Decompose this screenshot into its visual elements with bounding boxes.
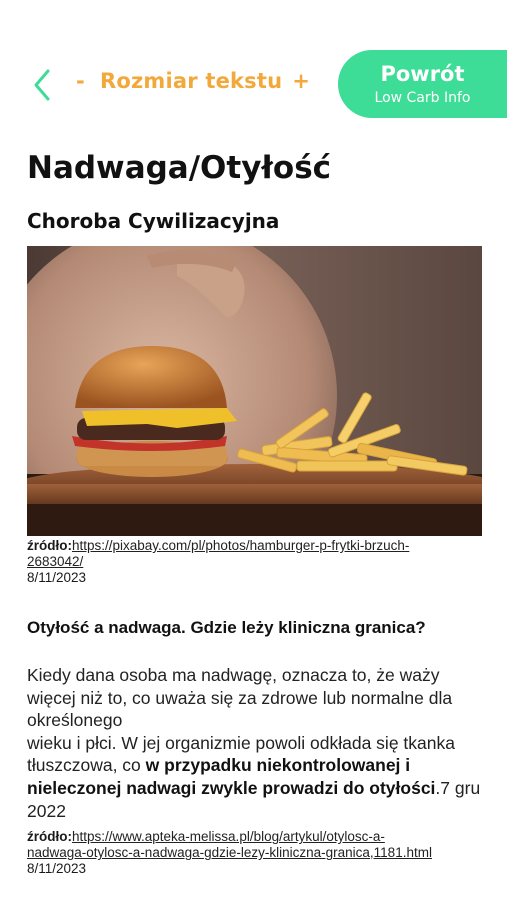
back-button-subtitle: Low Carb Info — [374, 90, 471, 106]
text-source-label: źródło: — [27, 829, 72, 844]
back-button-title: Powrót — [380, 62, 465, 86]
body-text-part1: Kiedy dana osoba ma nadwagę, oznacza to,… — [27, 665, 453, 731]
image-source-caption: źródło:https://pixabay.com/pl/photos/ham… — [27, 538, 487, 586]
text-source-date: 8/11/2023 — [27, 861, 87, 876]
hero-image — [27, 246, 482, 536]
back-chevron-button[interactable] — [24, 67, 60, 103]
image-source-label: źródło: — [27, 538, 72, 553]
chevron-left-icon — [34, 69, 50, 101]
burger-fries-belly-photo — [27, 246, 482, 536]
page-subtitle: Choroba Cywilizacyjna — [27, 209, 280, 233]
top-bar: - Rozmiar tekstu + Powrót Low Carb Info — [0, 50, 507, 120]
text-size-increase-button[interactable]: + — [292, 69, 310, 93]
page-title: Nadwaga/Otyłość — [27, 150, 332, 186]
article-screen: - Rozmiar tekstu + Powrót Low Carb Info … — [0, 0, 507, 900]
text-source-link[interactable]: https://www.apteka-melissa.pl/blog/artyk… — [72, 829, 385, 844]
text-size-decrease-button[interactable]: - — [76, 69, 96, 93]
image-source-link[interactable]: https://pixabay.com/pl/photos/hamburger-… — [72, 538, 409, 553]
text-size-control: - Rozmiar tekstu + — [76, 69, 310, 93]
text-size-label: Rozmiar tekstu — [100, 69, 283, 93]
image-source-link-continued[interactable]: 2683042/ — [27, 554, 83, 569]
text-source-link-continued[interactable]: nadwaga-otylosc-a-nadwaga-gdzie-lezy-kli… — [27, 845, 432, 860]
section-heading: Otyłość a nadwaga. Gdzie leży kliniczna … — [27, 618, 426, 637]
article-body: Kiedy dana osoba ma nadwagę, oznacza to,… — [27, 664, 482, 822]
text-source-caption: źródło:https://www.apteka-melissa.pl/blo… — [27, 829, 497, 877]
back-to-app-button[interactable]: Powrót Low Carb Info — [338, 50, 507, 118]
image-source-date: 8/11/2023 — [27, 570, 87, 585]
